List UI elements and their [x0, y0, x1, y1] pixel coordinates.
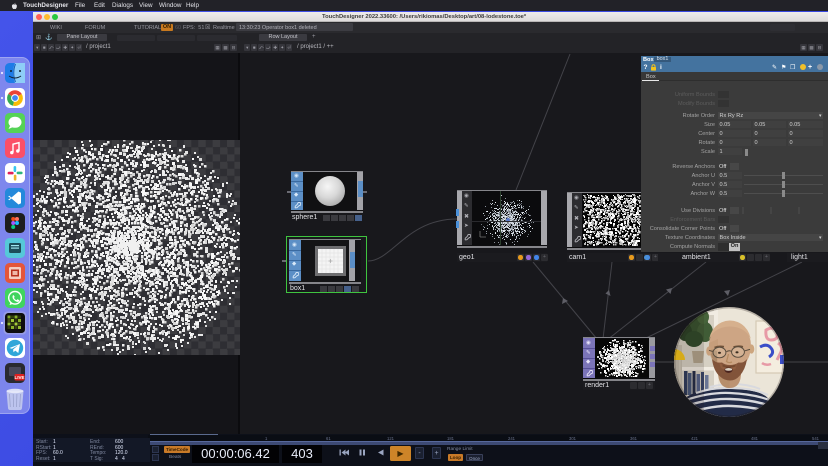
svg-text:LIVE: LIVE [14, 375, 24, 380]
